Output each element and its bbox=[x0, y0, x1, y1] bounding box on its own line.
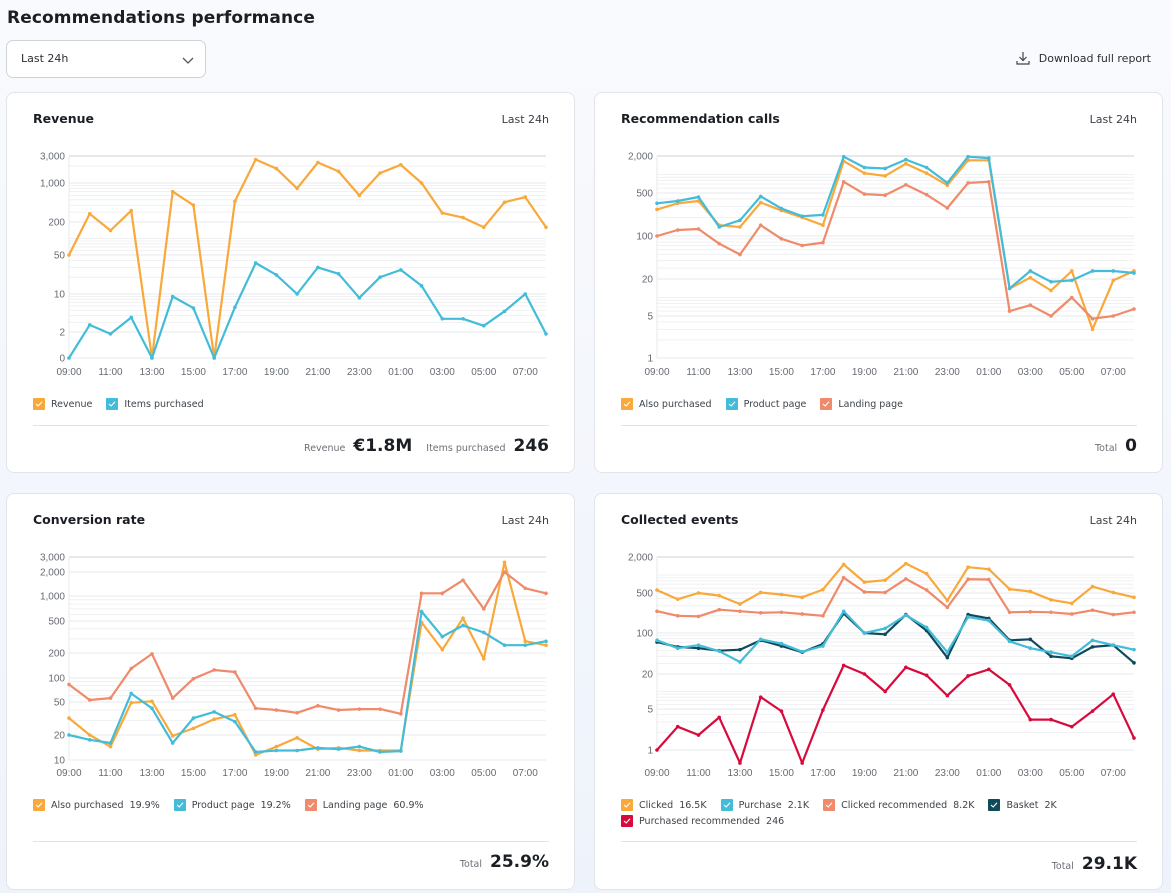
legend-label: Also purchased bbox=[639, 398, 712, 410]
checkbox-checked-icon[interactable] bbox=[820, 398, 833, 410]
checkbox-checked-icon[interactable] bbox=[621, 815, 633, 827]
total-value: 29.1K bbox=[1081, 854, 1137, 874]
legend-item-product-page[interactable]: Product page bbox=[725, 398, 807, 410]
legend-value: 16.5K bbox=[679, 799, 707, 811]
card-title: Collected events bbox=[621, 512, 739, 527]
legend-label: Product page bbox=[191, 799, 255, 811]
legend-label: Basket bbox=[1006, 799, 1039, 811]
totals: Total 29.1K bbox=[1052, 854, 1137, 874]
legend-value: 19.9% bbox=[129, 799, 160, 811]
legend-label: Landing page bbox=[322, 799, 388, 811]
checkbox-checked-icon[interactable] bbox=[988, 799, 1001, 811]
totals: Total 25.9% bbox=[460, 852, 549, 872]
checkbox-checked-icon[interactable] bbox=[720, 799, 733, 811]
legend-value: 2K bbox=[1044, 799, 1057, 811]
legend-item-landing-page[interactable]: Landing page bbox=[820, 398, 903, 410]
checkbox-checked-icon[interactable] bbox=[621, 799, 633, 811]
chart-legend: Also purchased Product page Landing page bbox=[621, 398, 1131, 410]
total-value: €1.8M bbox=[353, 436, 413, 456]
checkbox-checked-icon[interactable] bbox=[823, 799, 836, 811]
legend-label: Purchase bbox=[738, 799, 782, 811]
total-value: 25.9% bbox=[490, 852, 549, 872]
divider bbox=[621, 841, 1137, 842]
legend-item-clicked[interactable]: Clicked 16.5K bbox=[621, 799, 707, 811]
download-icon bbox=[1016, 52, 1030, 65]
legend-item-product-page[interactable]: Product page 19.2% bbox=[173, 799, 291, 811]
card-title: Recommendation calls bbox=[621, 111, 780, 126]
legend-item-landing-page[interactable]: Landing page 60.9% bbox=[304, 799, 424, 811]
page-title: Recommendations performance bbox=[7, 8, 315, 28]
legend-value: 246 bbox=[766, 815, 785, 827]
total-label: Revenue bbox=[304, 443, 346, 454]
total-label: Items purchased bbox=[426, 443, 506, 454]
checkbox-checked-icon[interactable] bbox=[33, 398, 45, 410]
legend-label: Landing page bbox=[838, 398, 903, 410]
chevron-down-icon bbox=[182, 57, 194, 64]
time-range-value: Last 24h bbox=[21, 52, 69, 65]
total-value: 0 bbox=[1125, 436, 1137, 456]
legend-item-purchased-recommended[interactable]: Purchased recommended 246 bbox=[621, 815, 784, 827]
totals: Total 0 bbox=[1095, 436, 1137, 456]
legend-value: 60.9% bbox=[393, 799, 424, 811]
legend-item-also-purchased[interactable]: Also purchased 19.9% bbox=[33, 799, 160, 811]
conversion-rate-card: Conversion rate Last 24h Also purchased 1… bbox=[6, 493, 575, 890]
card-title: Conversion rate bbox=[33, 512, 146, 527]
checkbox-checked-icon[interactable] bbox=[304, 799, 317, 811]
chart-legend: Clicked 16.5K Purchase 2.1K Clicked recommen… bbox=[621, 799, 1131, 827]
checkbox-checked-icon[interactable] bbox=[173, 799, 186, 811]
legend-item-revenue[interactable]: Revenue bbox=[33, 398, 92, 410]
total-label: Total bbox=[459, 859, 483, 870]
card-range: Last 24h bbox=[1089, 514, 1137, 527]
collected-events-card: Collected events Last 24h Clicked 16.5K Pu… bbox=[594, 493, 1163, 890]
divider bbox=[33, 841, 549, 842]
card-range: Last 24h bbox=[501, 113, 549, 126]
card-range: Last 24h bbox=[501, 514, 549, 527]
divider bbox=[621, 425, 1137, 426]
legend-item-items-purchased[interactable]: Items purchased bbox=[106, 398, 204, 410]
total-value: 246 bbox=[513, 436, 550, 456]
legend-label: Revenue bbox=[51, 398, 93, 410]
checkbox-checked-icon[interactable] bbox=[725, 398, 738, 410]
total-label: Total bbox=[1051, 861, 1074, 872]
legend-label: Purchased recommended bbox=[639, 815, 761, 827]
legend-item-clicked-recommended[interactable]: Clicked recommended 8.2K bbox=[823, 799, 974, 811]
checkbox-checked-icon[interactable] bbox=[33, 799, 45, 811]
chart-legend: Revenue Items purchased bbox=[33, 398, 543, 410]
legend-label: Product page bbox=[743, 398, 807, 410]
recommendation-calls-card: Recommendation calls Last 24h Also purch… bbox=[594, 92, 1163, 473]
card-title: Revenue bbox=[33, 111, 95, 126]
legend-item-also-purchased[interactable]: Also purchased bbox=[621, 398, 712, 410]
legend-item-basket[interactable]: Basket 2K bbox=[988, 799, 1057, 811]
time-range-select[interactable]: Last 24h bbox=[6, 40, 206, 78]
total-label: Total bbox=[1094, 443, 1118, 454]
divider bbox=[33, 425, 549, 426]
totals: Revenue €1.8M Items purchased 246 bbox=[304, 436, 549, 456]
checkbox-checked-icon[interactable] bbox=[621, 398, 633, 410]
card-range: Last 24h bbox=[1089, 113, 1137, 126]
legend-item-purchase[interactable]: Purchase 2.1K bbox=[720, 799, 810, 811]
chart-legend: Also purchased 19.9% Product page 19.2% Land… bbox=[33, 799, 543, 811]
legend-label: Clicked recommended bbox=[841, 799, 948, 811]
legend-value: 2.1K bbox=[787, 799, 810, 811]
legend-label: Clicked bbox=[639, 799, 674, 811]
legend-value: 19.2% bbox=[260, 799, 291, 811]
checkbox-checked-icon[interactable] bbox=[106, 398, 119, 410]
legend-value: 8.2K bbox=[953, 799, 975, 811]
legend-label: Items purchased bbox=[124, 398, 204, 410]
download-report-label: Download full report bbox=[1038, 51, 1151, 65]
download-report-button[interactable]: Download full report bbox=[1015, 50, 1151, 66]
legend-label: Also purchased bbox=[51, 799, 124, 811]
revenue-card: Revenue Last 24h Revenue Items purchased … bbox=[6, 92, 575, 473]
